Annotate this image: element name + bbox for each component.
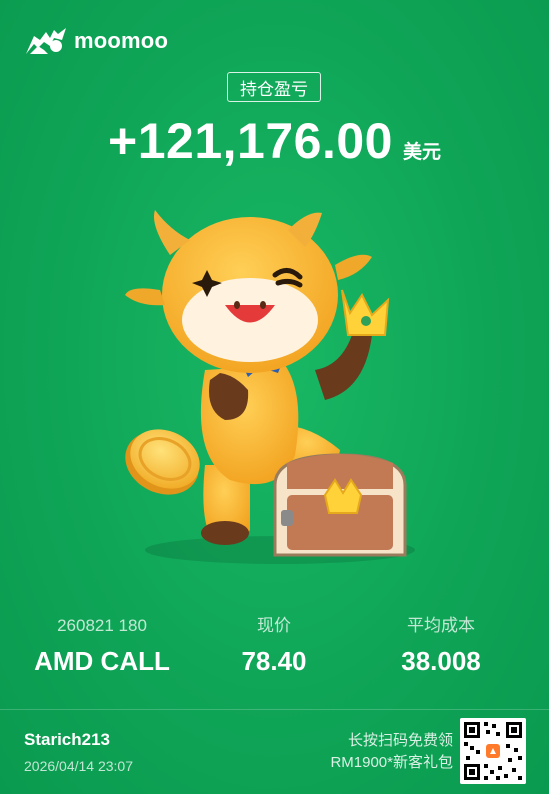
avg-cost-stat: 平均成本 38.008: [351, 614, 531, 677]
position-stats: 260821 180 AMD CALL 现价 78.40 平均成本 38.008: [0, 614, 549, 684]
contract-code: 260821 180: [57, 616, 147, 635]
user-info: Starich213 2026/04/14 23:07: [24, 730, 133, 774]
contract-name: AMD CALL: [34, 646, 170, 676]
pnl-currency: 美元: [402, 142, 441, 163]
footer-divider: [0, 709, 549, 710]
promo-text: 长按扫码免费领 RM1900*新客礼包: [330, 730, 453, 774]
brand-name: moomoo: [74, 28, 169, 53]
pnl-badge: 持仓盈亏: [227, 72, 321, 102]
price-value: 78.40: [241, 646, 307, 676]
username: Starich213: [24, 730, 110, 749]
contract-stat: 260821 180 AMD CALL: [12, 614, 192, 677]
price-label: 现价: [257, 616, 291, 635]
avg-cost-label: 平均成本: [407, 616, 475, 635]
app-header: moomoo: [24, 24, 168, 58]
qr-code-icon[interactable]: [460, 718, 526, 784]
price-stat: 现价 78.40: [184, 614, 364, 677]
promo-line-1: 长按扫码免费领: [347, 732, 453, 749]
promo-line-2: RM1900*新客礼包: [330, 754, 453, 771]
avg-cost-value: 38.008: [401, 646, 481, 676]
mascot-cow-icon: [125, 210, 415, 564]
pnl-value: +121,176.00: [108, 113, 393, 169]
timestamp: 2026/04/14 23:07: [24, 758, 133, 774]
pnl-display: +121,176.00 美元: [0, 112, 549, 170]
bull-logo-icon: [26, 28, 66, 54]
